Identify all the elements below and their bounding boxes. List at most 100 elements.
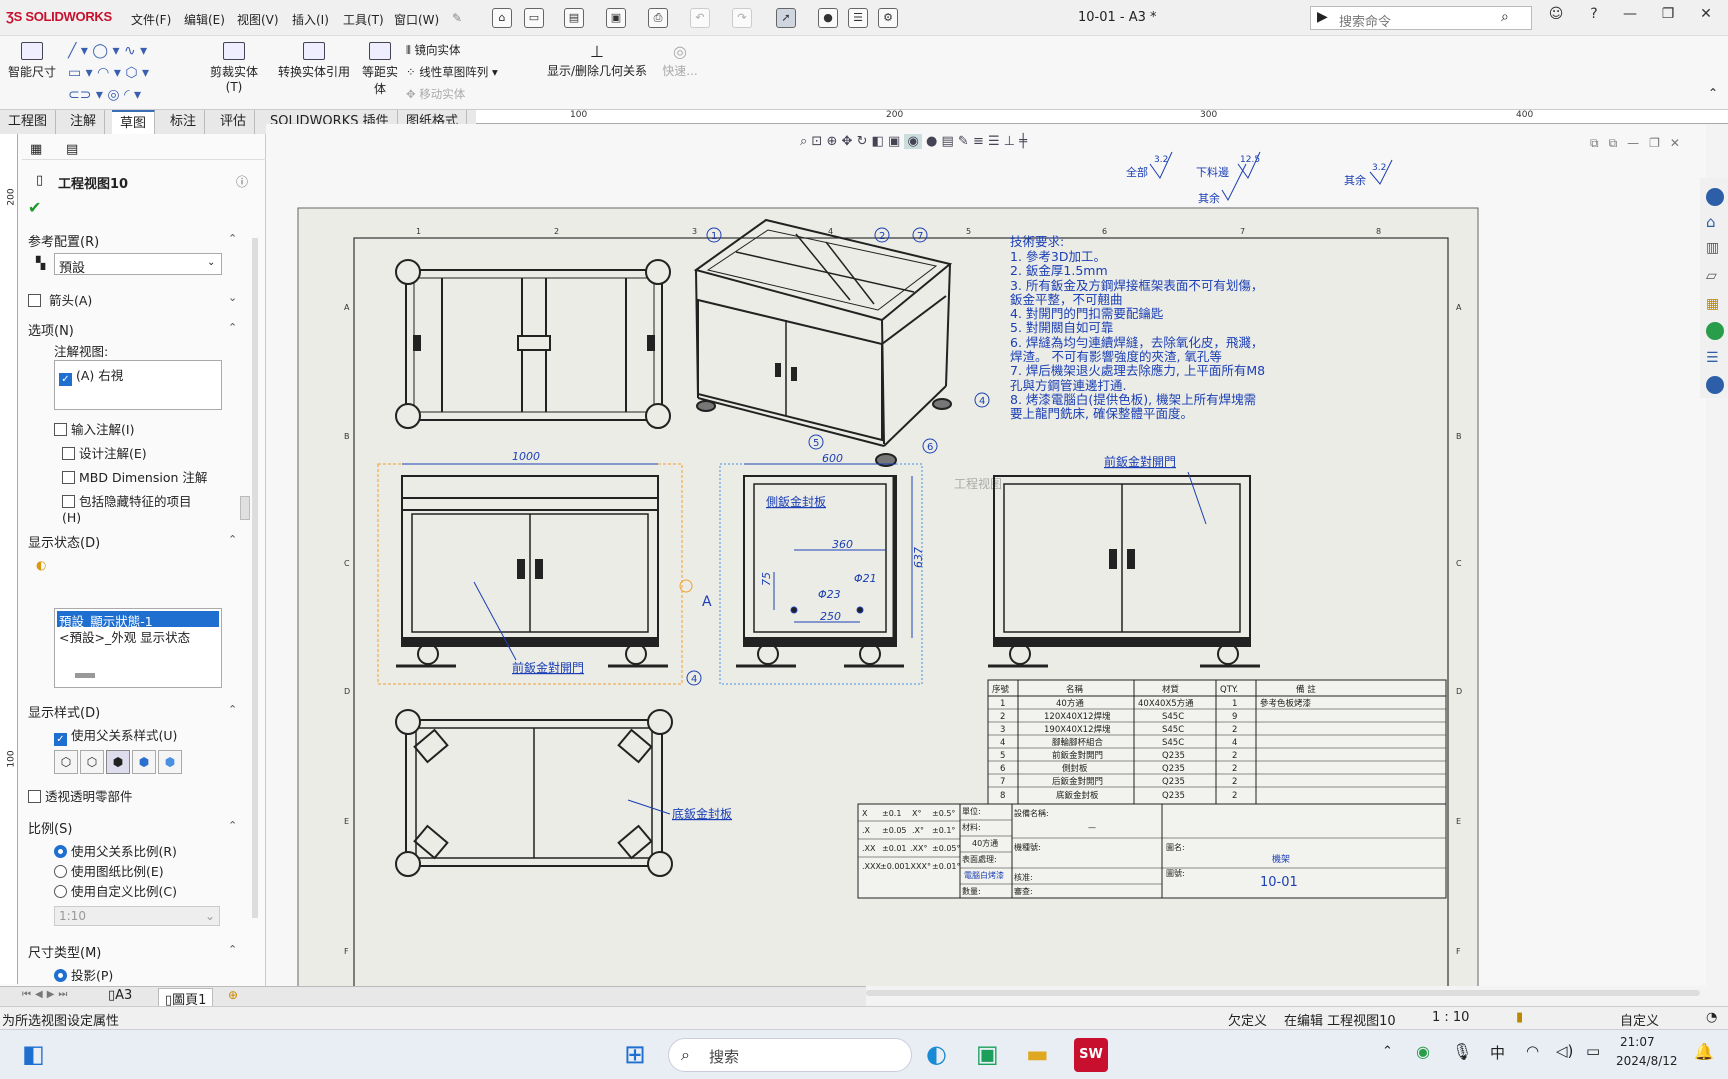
hidden-lines-removed-icon[interactable]: ⬢: [106, 750, 130, 774]
title-block[interactable]: X ±0.1 X° ±0.5° .X ±0.05 .X° ±0.1° .XX ±0.01 .XX…: [857, 803, 1447, 899]
ref-config-header[interactable]: 参考配置(R): [28, 231, 99, 250]
display-state-item[interactable]: <預設>_外观 显示状态: [59, 627, 190, 646]
battery-icon[interactable]: ▭: [1586, 1042, 1600, 1060]
feature-tree-tab-icon[interactable]: ▦: [30, 142, 42, 157]
arrow-checkbox[interactable]: 箭头(A): [28, 290, 92, 309]
file-explorer-icon[interactable]: ▱: [1706, 268, 1724, 286]
design-annot-checkbox[interactable]: 设计注解(E): [62, 443, 147, 462]
menu-window[interactable]: 窗口(W): [394, 11, 439, 28]
tray-app-icon[interactable]: ◉: [1416, 1042, 1430, 1061]
new-doc-icon[interactable]: ▭: [524, 8, 544, 28]
ok-checkmark-icon[interactable]: ✔: [28, 198, 41, 217]
options-header[interactable]: 选项(N): [28, 320, 74, 339]
solidworks-taskbar-icon[interactable]: SW: [1074, 1038, 1108, 1072]
close-button[interactable]: ✕: [1694, 6, 1718, 28]
collapse-icon[interactable]: ⌃: [228, 703, 237, 716]
store-icon[interactable]: ▣: [976, 1040, 999, 1068]
ref-config-select[interactable]: 預設 ⌄: [54, 253, 222, 276]
edge-icon[interactable]: ◐: [926, 1040, 947, 1068]
collapse-icon[interactable]: ⌃: [228, 819, 237, 832]
traffic-light-icon[interactable]: ●: [818, 8, 838, 28]
hidden-features-checkbox[interactable]: 包括隐藏特征的项目(H): [62, 491, 202, 525]
tray-chevron-icon[interactable]: ⌃: [1382, 1044, 1393, 1059]
tab-drawing[interactable]: 工程图: [0, 110, 57, 134]
scale-custom-radio[interactable]: 使用自定义比例(C): [54, 881, 177, 900]
tab-evaluate[interactable]: 评估: [212, 110, 256, 134]
status-scale[interactable]: 1 : 10: [1432, 1010, 1469, 1025]
offset-entities-button[interactable]: 等距实体: [360, 42, 400, 97]
home-pane-icon[interactable]: ⌂: [1706, 214, 1724, 232]
options-gear-icon[interactable]: ⚙: [878, 8, 898, 28]
print-icon[interactable]: ⎙: [648, 8, 668, 28]
view-palette-icon[interactable]: ▦: [1706, 296, 1724, 314]
display-state-header[interactable]: 显示状态(D): [28, 532, 100, 551]
display-state-list[interactable]: 預設_顯示狀態-1 <預設>_外观 显示状态: [54, 608, 222, 688]
save-icon[interactable]: ▣: [606, 8, 626, 28]
redo-icon[interactable]: ↷: [732, 8, 752, 28]
drawing-sheet[interactable]: 1 2 3 4 5 6 7 8 A B C D E F A B C D E F: [266, 124, 1706, 986]
status-units[interactable]: 自定义: [1620, 1010, 1659, 1029]
tooltip-icon[interactable]: ◔: [1706, 1010, 1717, 1025]
search-input[interactable]: ▶ 搜索命令 ⌕: [1310, 6, 1532, 30]
input-lang[interactable]: 中: [1490, 1042, 1505, 1063]
collapse-ribbon-icon[interactable]: ⌃: [1708, 86, 1718, 100]
horizontal-scrollbar[interactable]: [866, 990, 1700, 996]
microphone-icon[interactable]: 🎙: [1452, 1042, 1472, 1061]
menu-file[interactable]: 文件(F): [131, 11, 171, 28]
smart-dimension-button[interactable]: 智能尺寸: [4, 42, 60, 80]
forum-icon[interactable]: [1706, 376, 1724, 394]
collapse-icon[interactable]: ⌃: [228, 321, 237, 334]
user-icon[interactable]: ☺: [1544, 6, 1568, 28]
scale-parent-radio[interactable]: 使用父关系比例(R): [54, 841, 177, 860]
help-circle-icon[interactable]: ⓘ: [236, 173, 248, 190]
undo-icon[interactable]: ↶: [690, 8, 710, 28]
display-style-header[interactable]: 显示样式(D): [28, 702, 100, 721]
tab-annotation[interactable]: 注解: [62, 110, 106, 134]
quick-snaps-button[interactable]: ◎ 快速...: [660, 42, 700, 79]
volume-icon[interactable]: ◁): [1556, 1042, 1573, 1060]
convert-entities-button[interactable]: 转换实体引用: [274, 42, 354, 80]
hidden-lines-visible-icon[interactable]: ⬡: [80, 750, 104, 774]
bom-table[interactable]: 序號 名稱 材質 QTY. 備 註 1 40方通 40X40X5方通 1 參考色板烤漆 …: [987, 679, 1447, 805]
tab-sketch[interactable]: 草图: [112, 110, 156, 134]
collapse-icon[interactable]: ⌃: [228, 232, 237, 245]
sw-resources-icon[interactable]: [1706, 188, 1724, 206]
use-parent-style-checkbox[interactable]: ✓ 使用父关系样式(U): [54, 725, 177, 746]
custom-props-icon[interactable]: ☰: [1706, 350, 1724, 368]
surface-finish-symbols[interactable]: 全部 3.2 下料邊 12.5 其余 其余 3.2: [1126, 151, 1393, 205]
open-icon[interactable]: ▤: [564, 8, 584, 28]
collapse-icon[interactable]: ⌃: [228, 943, 237, 956]
dim-type-header[interactable]: 尺寸类型(M): [28, 942, 101, 961]
property-tab-icon[interactable]: ▤: [66, 142, 78, 157]
clock-date[interactable]: 2024/8/12: [1616, 1054, 1678, 1068]
move-entities-button[interactable]: ✥ 移动实体: [406, 86, 465, 102]
sketch-tools-group[interactable]: ╱ ▾ ◯ ▾ ∿ ▾ ▭ ▾ ◠ ▾ ⬡ ▾ ⊂⊃ ▾ ◎ ◜ ▾: [68, 40, 198, 104]
minimize-button[interactable]: —: [1618, 6, 1642, 28]
notification-bell-icon[interactable]: 🔔: [1694, 1042, 1714, 1061]
menu-insert[interactable]: 插入(I): [292, 11, 329, 28]
collapse-icon[interactable]: ⌃: [228, 533, 237, 546]
list-scrollbar[interactable]: [75, 673, 95, 678]
sheet-tab-a3[interactable]: ▯A3: [108, 988, 132, 1003]
menu-tools[interactable]: 工具(T): [343, 11, 384, 28]
panel-splitter[interactable]: [240, 496, 250, 520]
label-side-panel[interactable]: 側鈑金封板: [766, 494, 826, 509]
scale-select[interactable]: 1:10 ⌄: [54, 906, 220, 926]
trim-entities-button[interactable]: 剪裁实体(T): [202, 42, 266, 94]
file-explorer-icon[interactable]: ▬: [1026, 1040, 1049, 1068]
appearances-icon[interactable]: [1706, 322, 1724, 340]
scale-sheet-radio[interactable]: 使用图纸比例(E): [54, 861, 164, 880]
mirror-entities-button[interactable]: ⫴ 镜向实体: [406, 42, 461, 58]
linear-pattern-button[interactable]: ⁘ 线性草图阵列 ▾: [406, 64, 498, 80]
search-icon[interactable]: ⌕: [1501, 9, 1509, 25]
select-cursor-icon[interactable]: ➚: [776, 8, 796, 28]
projected-radio[interactable]: 投影(P): [54, 965, 113, 984]
import-annot-checkbox[interactable]: 输入注解(I): [54, 419, 134, 438]
wifi-icon[interactable]: ◠: [1526, 1042, 1539, 1060]
annot-view-item[interactable]: ✓ (A) 右視: [59, 365, 123, 386]
mbd-checkbox[interactable]: MBD Dimension 注解: [62, 467, 207, 486]
transparent-checkbox[interactable]: 透视透明零部件: [28, 786, 133, 805]
home-icon[interactable]: ⌂: [492, 8, 512, 28]
scale-header[interactable]: 比例(S): [28, 818, 72, 837]
sheet-nav-arrows[interactable]: ⏮◀▶⏭: [22, 989, 71, 1000]
